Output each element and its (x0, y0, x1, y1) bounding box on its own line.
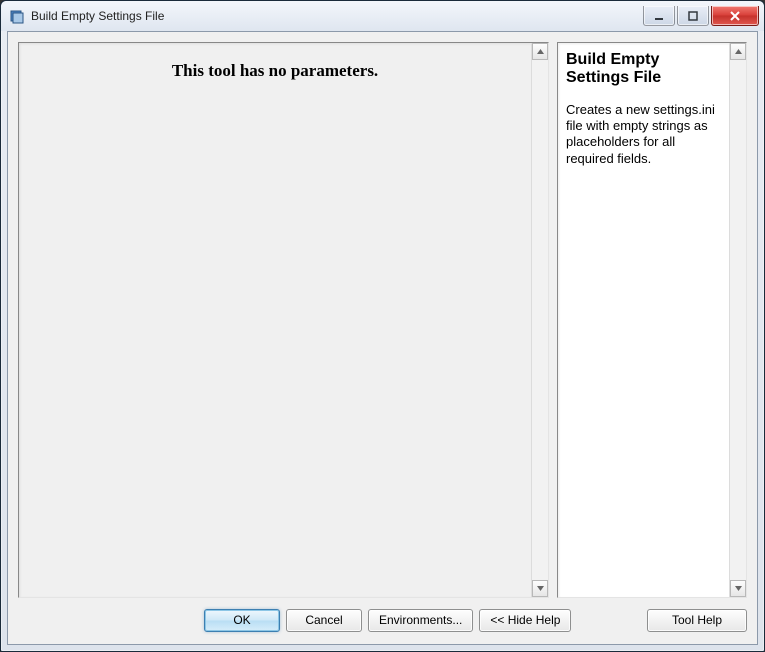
hide-help-button[interactable]: << Hide Help (479, 609, 571, 632)
help-title: Build Empty Settings File (566, 51, 721, 88)
maximize-button[interactable] (677, 6, 709, 26)
parameters-scrollbar[interactable] (531, 43, 548, 597)
no-parameters-message: This tool has no parameters. (29, 61, 521, 81)
scroll-down-button[interactable] (532, 580, 548, 597)
parameters-pane: This tool has no parameters. (18, 42, 549, 598)
scroll-up-button[interactable] (730, 43, 746, 60)
tool-help-button[interactable]: Tool Help (647, 609, 747, 632)
button-row: OK Cancel Environments... << Hide Help T… (18, 598, 747, 634)
client-area: This tool has no parameters. Build Empty… (7, 31, 758, 645)
parameters-content: This tool has no parameters. (19, 43, 531, 597)
minimize-button[interactable] (643, 6, 675, 26)
scroll-up-button[interactable] (532, 43, 548, 60)
dialog-window: Build Empty Settings File This tool has … (0, 0, 765, 652)
app-icon (9, 8, 25, 24)
ok-button[interactable]: OK (204, 609, 280, 632)
scroll-track[interactable] (730, 60, 746, 580)
help-pane: Build Empty Settings File Creates a new … (557, 42, 747, 598)
help-scrollbar[interactable] (729, 43, 746, 597)
titlebar[interactable]: Build Empty Settings File (1, 1, 764, 31)
cancel-button[interactable]: Cancel (286, 609, 362, 632)
window-title: Build Empty Settings File (31, 9, 164, 23)
scroll-down-button[interactable] (730, 580, 746, 597)
close-button[interactable] (711, 6, 759, 26)
environments-button[interactable]: Environments... (368, 609, 473, 632)
help-content: Build Empty Settings File Creates a new … (558, 43, 729, 597)
help-description: Creates a new settings.ini file with emp… (566, 102, 721, 167)
scroll-track[interactable] (532, 60, 548, 580)
panes: This tool has no parameters. Build Empty… (18, 42, 747, 598)
window-controls (643, 6, 759, 26)
